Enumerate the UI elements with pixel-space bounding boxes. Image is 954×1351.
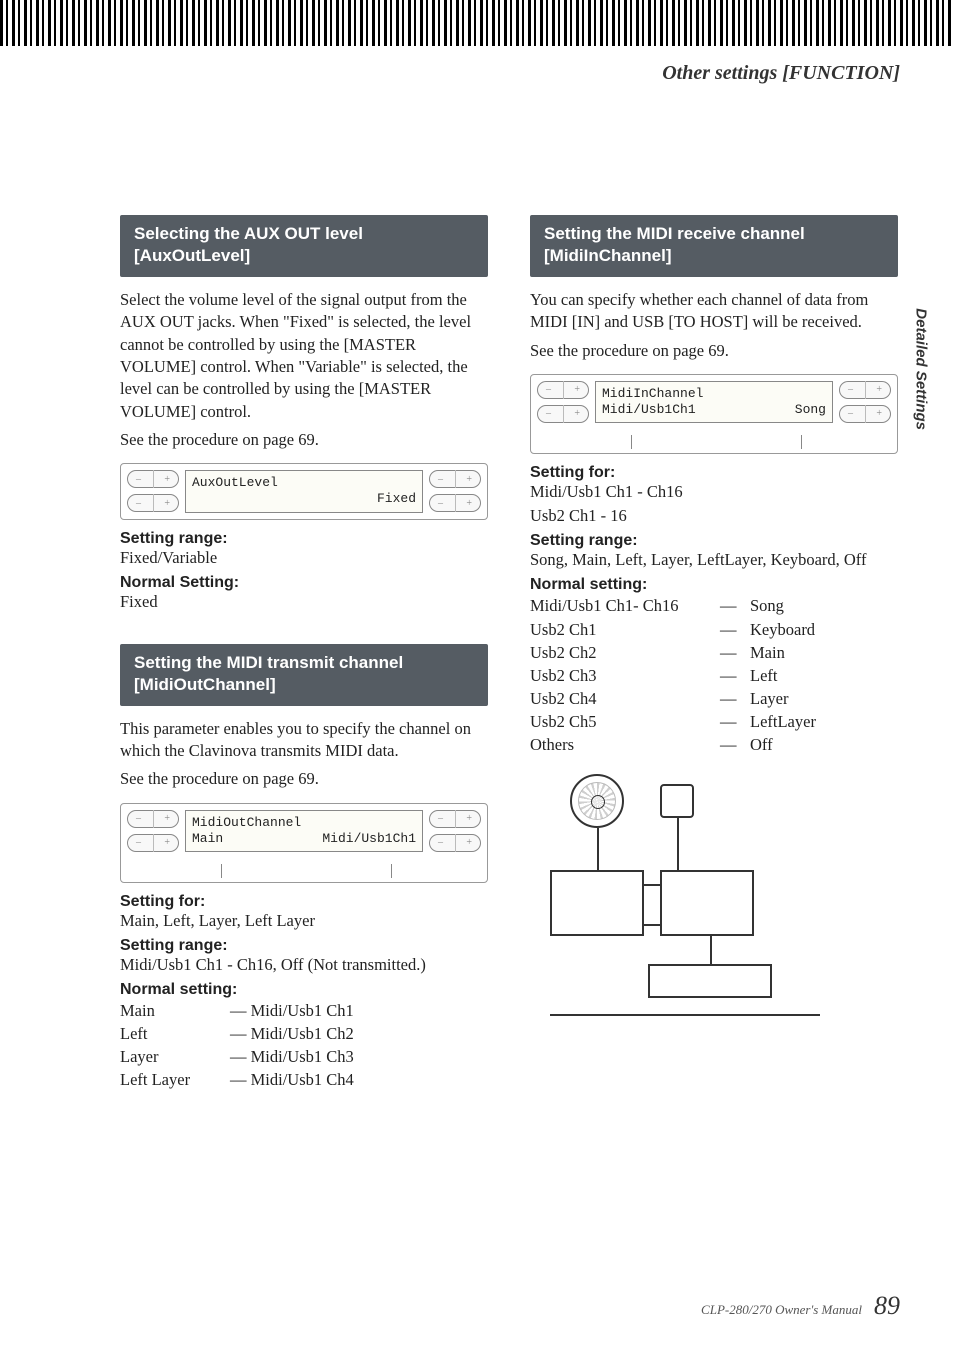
side-tab: Detailed Settings: [913, 308, 930, 430]
aux-range-label: Setting range:: [120, 530, 488, 548]
midiin-normal-label: Normal setting:: [530, 576, 898, 594]
section-midiout-heading: Setting the MIDI transmit channel [MidiO…: [120, 644, 488, 706]
aux-range: Fixed/Variable: [120, 548, 488, 568]
midiin-lcd: MidiInChannel Midi/Usb1Ch1 Song: [595, 381, 833, 424]
midiout-see: See the procedure on page 69.: [120, 768, 488, 790]
midiout-lcd: MidiOutChannel Main Midi/Usb1Ch1: [185, 810, 423, 853]
aux-see: See the procedure on page 69.: [120, 429, 488, 451]
rocker-d-icon: [429, 494, 481, 512]
midiin-body: You can specify whether each channel of …: [530, 289, 898, 334]
rocker-icon: [127, 810, 179, 828]
rocker-icon: [127, 834, 179, 852]
rocker-b-icon: [127, 494, 179, 512]
footer: CLP-280/270 Owner's Manual 89: [701, 1291, 900, 1321]
midiin-for1: Midi/Usb1 Ch1 - Ch16: [530, 482, 898, 502]
left-column: Selecting the AUX OUT level [AuxOutLevel…: [120, 215, 488, 1091]
knob-icon: [570, 774, 624, 828]
midiout-for-label: Setting for:: [120, 893, 488, 911]
midiout-lcd-panel: MidiOutChannel Main Midi/Usb1Ch1: [120, 803, 488, 884]
page-header: Other settings [FUNCTION]: [662, 62, 900, 85]
midiin-table: Midi/Usb1 Ch1- Ch16—Song Usb2 Ch1—Keyboa…: [530, 594, 898, 756]
box-icon: [660, 870, 754, 936]
rocker-a-icon: [127, 470, 179, 488]
aux-normal-label: Normal Setting:: [120, 574, 488, 592]
small-box-icon: [660, 784, 694, 818]
midiout-for: Main, Left, Layer, Left Layer: [120, 911, 488, 931]
midiin-lcd-line2r: Song: [795, 402, 826, 418]
rocker-icon: [839, 405, 891, 423]
aux-lcd-line1: AuxOutLevel: [192, 475, 416, 491]
midiout-body: This parameter enables you to specify th…: [120, 718, 488, 763]
aux-body: Select the volume level of the signal ou…: [120, 289, 488, 423]
midiout-lcd-line2l: Main: [192, 831, 223, 847]
barcode-decoration: [0, 0, 954, 46]
midiout-lcd-line1: MidiOutChannel: [192, 815, 416, 831]
midiin-lcd-panel: MidiInChannel Midi/Usb1Ch1 Song: [530, 374, 898, 455]
rocker-icon: [537, 381, 589, 399]
midiout-normal-label: Normal setting:: [120, 981, 488, 999]
rocker-icon: [429, 810, 481, 828]
aux-lcd-line2: Fixed: [192, 491, 416, 507]
section-midiin-heading: Setting the MIDI receive channel [MidiIn…: [530, 215, 898, 277]
midi-diagram-icon: [530, 774, 850, 1024]
midiin-for2: Usb2 Ch1 - 16: [530, 506, 898, 526]
rocker-icon: [839, 381, 891, 399]
box-icon: [648, 964, 772, 998]
midiin-range-label: Setting range:: [530, 532, 898, 550]
footer-page: 89: [874, 1291, 900, 1321]
midiout-table: Main— Midi/Usb1 Ch1 Left— Midi/Usb1 Ch2 …: [120, 999, 488, 1091]
midiout-range: Midi/Usb1 Ch1 - Ch16, Off (Not transmitt…: [120, 955, 488, 975]
aux-lcd-panel: AuxOutLevel Fixed: [120, 463, 488, 520]
midiout-lcd-line2r: Midi/Usb1Ch1: [322, 831, 416, 847]
rocker-icon: [537, 405, 589, 423]
midiin-lcd-line2l: Midi/Usb1Ch1: [602, 402, 696, 418]
section-aux-heading: Selecting the AUX OUT level [AuxOutLevel…: [120, 215, 488, 277]
right-column: Setting the MIDI receive channel [MidiIn…: [530, 215, 898, 1091]
box-icon: [550, 870, 644, 936]
aux-normal: Fixed: [120, 592, 488, 612]
midiout-range-label: Setting range:: [120, 937, 488, 955]
midiin-for-label: Setting for:: [530, 464, 898, 482]
midiin-lcd-line1: MidiInChannel: [602, 386, 826, 402]
midiin-range: Song, Main, Left, Layer, LeftLayer, Keyb…: [530, 550, 898, 570]
rocker-icon: [429, 834, 481, 852]
footer-manual: CLP-280/270 Owner's Manual: [701, 1302, 862, 1318]
midiin-see: See the procedure on page 69.: [530, 340, 898, 362]
rocker-c-icon: [429, 470, 481, 488]
aux-lcd: AuxOutLevel Fixed: [185, 470, 423, 513]
